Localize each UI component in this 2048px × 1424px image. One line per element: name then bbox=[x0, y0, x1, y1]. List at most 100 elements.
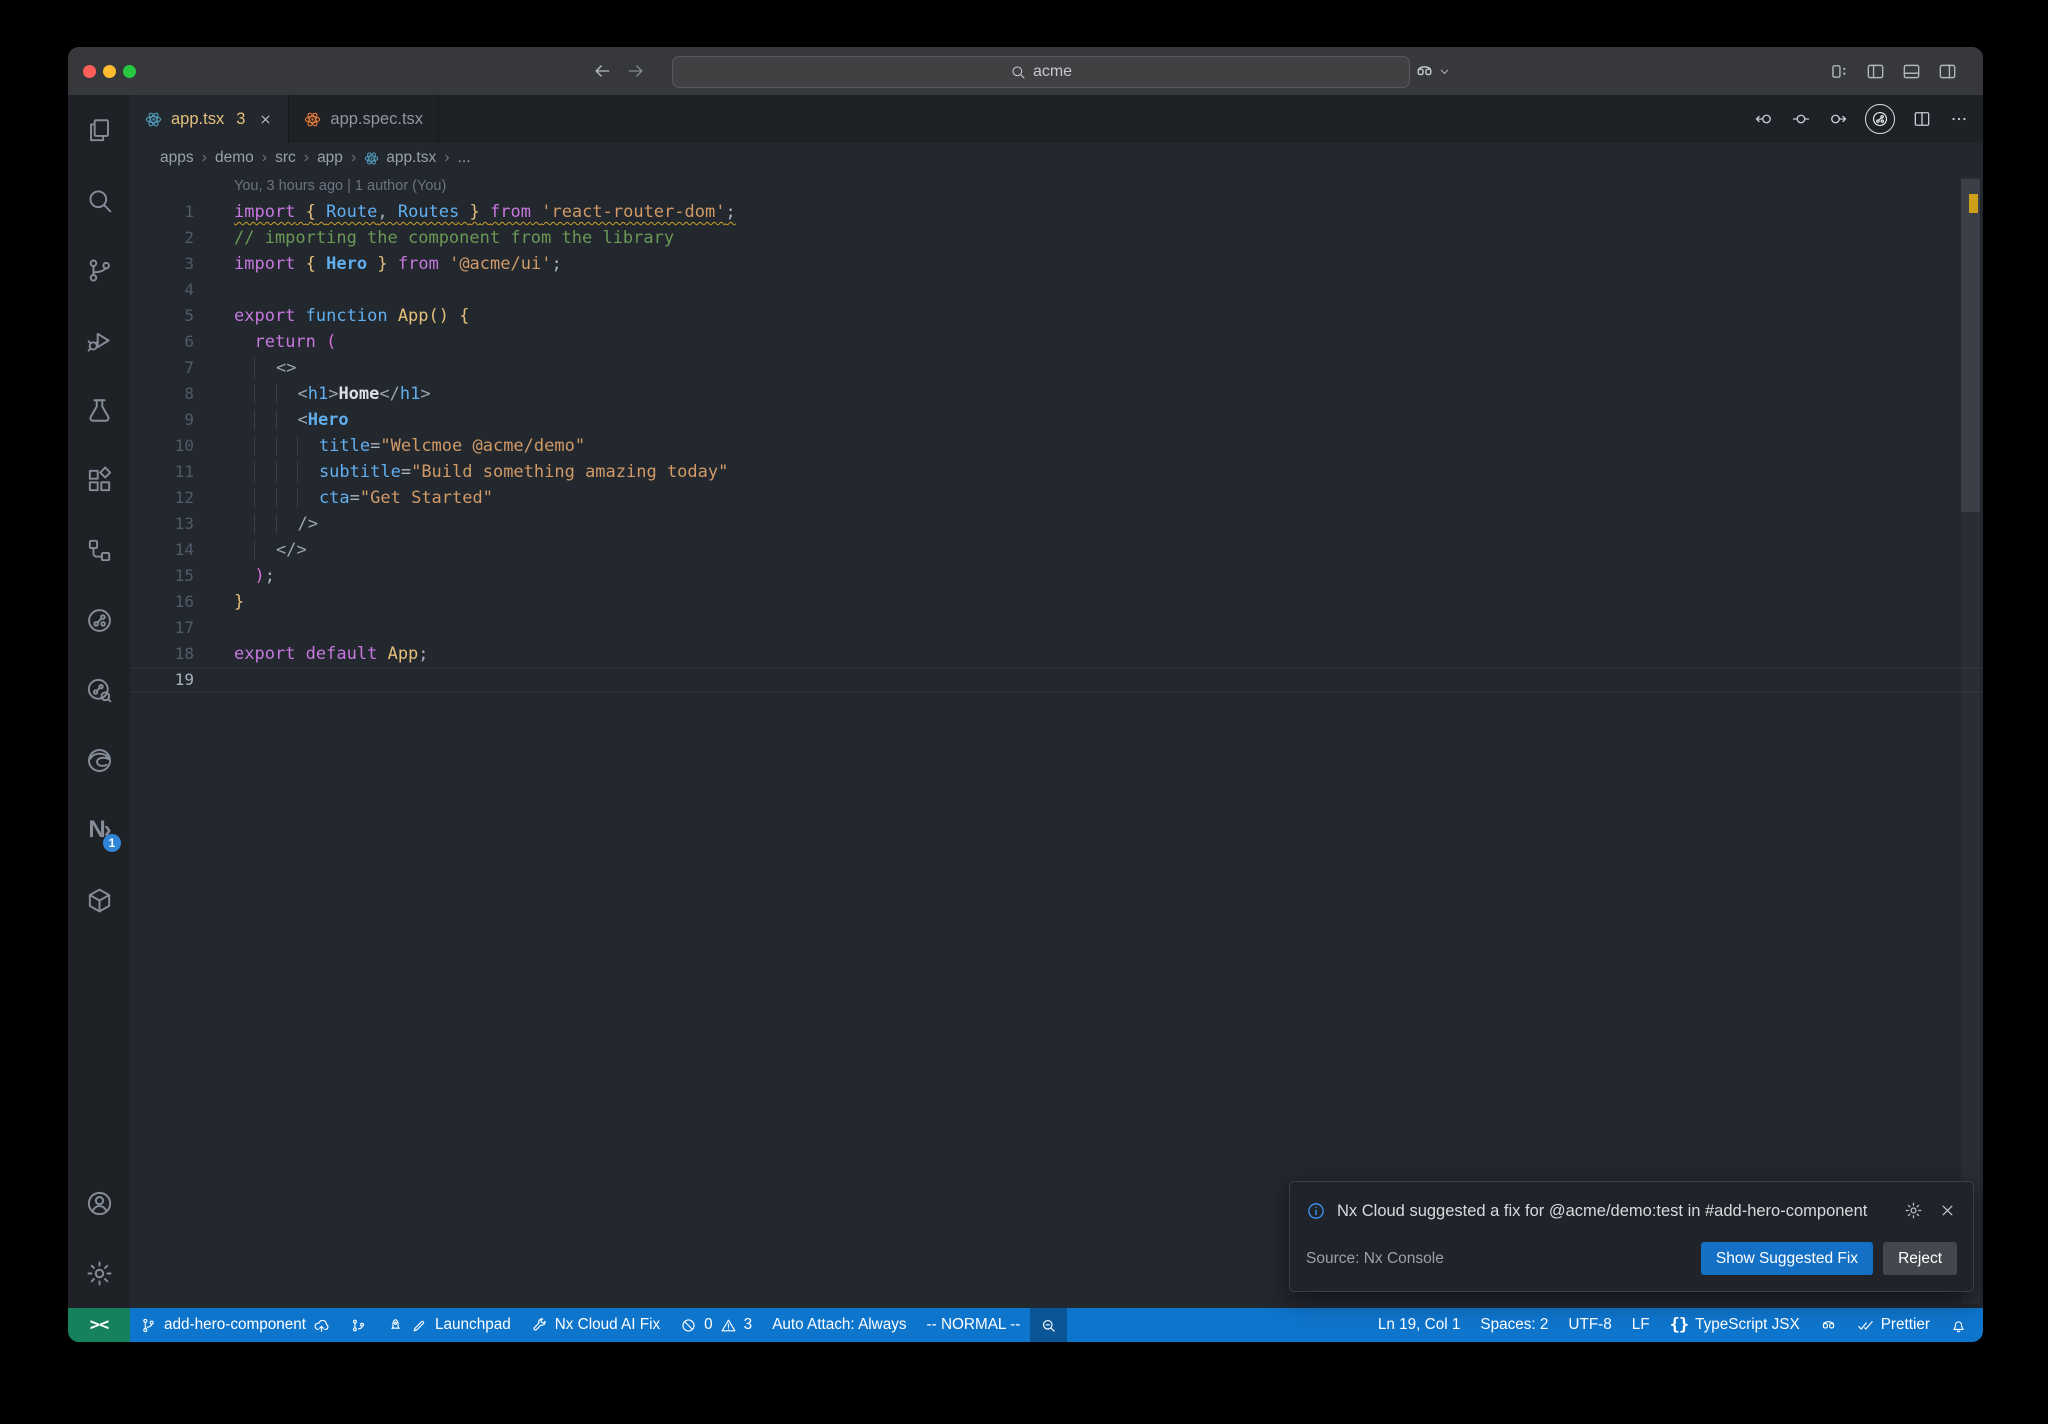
status-text: add-hero-component bbox=[164, 1316, 307, 1333]
scrollbar[interactable] bbox=[1961, 177, 1980, 1304]
code-line-6[interactable]: 6 return ( bbox=[130, 329, 1983, 355]
line-number: 9 bbox=[184, 410, 194, 429]
status-gitlens-launchpad[interactable]: Launchpad bbox=[377, 1308, 521, 1342]
reject-button[interactable]: Reject bbox=[1883, 1242, 1957, 1275]
activity-item-accounts[interactable] bbox=[68, 1168, 130, 1238]
breadcrumb-item-app.tsx[interactable]: app.tsx bbox=[364, 149, 436, 167]
blame-row: You, 3 hours ago | 1 author (You) bbox=[130, 173, 1983, 199]
code-text: <> bbox=[194, 355, 1983, 381]
status-vim-mode[interactable]: -- NORMAL -- bbox=[917, 1308, 1031, 1342]
tab-label: app.spec.tsx bbox=[330, 109, 424, 128]
status-notifications-bell[interactable] bbox=[1940, 1308, 1977, 1342]
code-line-1[interactable]: 1 import { Route, Routes } from 'react-ro… bbox=[130, 199, 1983, 225]
activity-item-settings[interactable] bbox=[68, 1238, 130, 1308]
project-details-icon[interactable] bbox=[1865, 104, 1895, 134]
tab-app.spec.tsx[interactable]: app.spec.tsx bbox=[289, 95, 440, 143]
activity-item-testing[interactable] bbox=[68, 375, 130, 445]
forward-icon[interactable] bbox=[626, 61, 646, 81]
code-line-19[interactable]: 19 bbox=[130, 667, 1983, 693]
back-icon[interactable] bbox=[592, 61, 612, 81]
react-icon bbox=[364, 151, 379, 166]
breadcrumb-item-apps[interactable]: apps bbox=[160, 149, 194, 167]
code-line-14[interactable]: 14 </> bbox=[130, 537, 1983, 563]
status-text: LF bbox=[1631, 1316, 1650, 1333]
toggle-secondary-sidebar-icon[interactable] bbox=[1937, 61, 1958, 82]
status-source-control-graph[interactable] bbox=[340, 1308, 377, 1342]
toggle-primary-sidebar-icon[interactable] bbox=[1865, 61, 1886, 82]
activity-item-extensions[interactable] bbox=[68, 445, 130, 515]
code-editor[interactable]: You, 3 hours ago | 1 author (You) 1 impor… bbox=[130, 173, 1983, 1308]
history-nav bbox=[592, 47, 646, 95]
activity-item-nx-project-graph[interactable] bbox=[68, 585, 130, 655]
code-line-11[interactable]: 11 subtitle="Build something amazing tod… bbox=[130, 459, 1983, 485]
status-zoom-indicator[interactable] bbox=[1030, 1308, 1068, 1342]
status-auto-attach[interactable]: Auto Attach: Always bbox=[762, 1308, 916, 1342]
status-formatter[interactable]: Prettier bbox=[1847, 1308, 1940, 1342]
double-check-icon bbox=[1857, 1317, 1874, 1334]
zoom-window-button[interactable] bbox=[123, 64, 136, 78]
tab-app.tsx[interactable]: app.tsx 3 bbox=[130, 95, 290, 143]
code-line-3[interactable]: 3 import { Hero } from '@acme/ui'; bbox=[130, 251, 1983, 277]
next-change-icon[interactable] bbox=[1828, 109, 1848, 129]
breadcrumb-item-src[interactable]: src bbox=[275, 149, 296, 167]
activity-item-explorer[interactable] bbox=[68, 95, 130, 165]
status-language-mode[interactable]: {} TypeScript JSX bbox=[1660, 1308, 1810, 1342]
code-text: </> bbox=[194, 537, 1983, 563]
code-line-18[interactable]: 18 export default App; bbox=[130, 641, 1983, 667]
customize-layout-icon[interactable] bbox=[1829, 61, 1850, 82]
close-window-button[interactable] bbox=[83, 64, 96, 78]
code-line-13[interactable]: 13 /> bbox=[130, 511, 1983, 537]
code-line-12[interactable]: 12 cta="Get Started" bbox=[130, 485, 1983, 511]
activity-item-nx-console[interactable]: N› 1 bbox=[68, 795, 130, 865]
code-line-8[interactable]: 8 <h1>Home</h1> bbox=[130, 381, 1983, 407]
activity-item-run-debug[interactable] bbox=[68, 305, 130, 375]
activity-item-search[interactable] bbox=[68, 165, 130, 235]
command-center-search[interactable]: acme bbox=[672, 56, 1410, 88]
breadcrumb-separator: › bbox=[201, 149, 207, 166]
tab-close-icon[interactable] bbox=[258, 112, 273, 127]
activity-item-edge-browser[interactable] bbox=[68, 725, 130, 795]
split-editor-icon[interactable] bbox=[1912, 109, 1932, 129]
previous-change-icon[interactable] bbox=[1754, 109, 1774, 129]
files-icon bbox=[85, 116, 114, 145]
status-encoding[interactable]: UTF-8 bbox=[1558, 1308, 1621, 1342]
code-line-7[interactable]: 7 <> bbox=[130, 355, 1983, 381]
code-line-17[interactable]: 17 bbox=[130, 615, 1983, 641]
activity-item-containers[interactable] bbox=[68, 865, 130, 935]
code-line-15[interactable]: 15 ); bbox=[130, 563, 1983, 589]
code-line-16[interactable]: 16} bbox=[130, 589, 1983, 615]
more-actions-icon[interactable] bbox=[1949, 109, 1969, 129]
show-suggested-fix-button[interactable]: Show Suggested Fix bbox=[1700, 1242, 1874, 1275]
breadcrumb-item-...[interactable]: ... bbox=[458, 149, 471, 167]
code-text: cta="Get Started" bbox=[194, 485, 1983, 511]
status-cursor-position[interactable]: Ln 19, Col 1 bbox=[1368, 1308, 1471, 1342]
status-problems[interactable]: 03 bbox=[670, 1308, 762, 1342]
notification-close-icon[interactable] bbox=[1938, 1201, 1957, 1220]
toggle-panel-icon[interactable] bbox=[1901, 61, 1922, 82]
status-copilot-status[interactable] bbox=[1810, 1308, 1847, 1342]
status-nx-cloud-ai-fix[interactable]: Nx Cloud AI Fix bbox=[521, 1308, 670, 1342]
status-eol[interactable]: LF bbox=[1622, 1308, 1660, 1342]
activity-item-source-control[interactable] bbox=[68, 235, 130, 305]
code-text: ); bbox=[254, 566, 275, 586]
tab-bar: app.tsx 3 app.spec.tsx bbox=[130, 95, 1983, 143]
code-line-9[interactable]: 9 <Hero bbox=[130, 407, 1983, 433]
open-changes-icon[interactable] bbox=[1791, 109, 1811, 129]
status-remote-indicator[interactable]: >< bbox=[68, 1308, 130, 1342]
breadcrumb-item-app[interactable]: app bbox=[317, 149, 343, 167]
minimize-window-button[interactable] bbox=[103, 64, 116, 78]
breadcrumb-item-demo[interactable]: demo bbox=[215, 149, 254, 167]
circle-graph-icon bbox=[85, 606, 114, 635]
status-indentation[interactable]: Spaces: 2 bbox=[1470, 1308, 1558, 1342]
code-line-2[interactable]: 2 // importing the component from the lib… bbox=[130, 225, 1983, 251]
activity-item-references[interactable] bbox=[68, 515, 130, 585]
scrollbar-thumb[interactable] bbox=[1961, 179, 1980, 512]
copilot-menu[interactable] bbox=[1414, 47, 1451, 95]
notification-settings-icon[interactable] bbox=[1904, 1201, 1923, 1220]
status-git-branch[interactable]: add-hero-component bbox=[130, 1308, 340, 1342]
code-line-10[interactable]: 10 title="Welcmoe @acme/demo" bbox=[130, 433, 1983, 459]
code-line-4[interactable]: 4 bbox=[130, 277, 1983, 303]
activity-item-graph-explorer[interactable] bbox=[68, 655, 130, 725]
code-line-5[interactable]: 5 export function App() { bbox=[130, 303, 1983, 329]
